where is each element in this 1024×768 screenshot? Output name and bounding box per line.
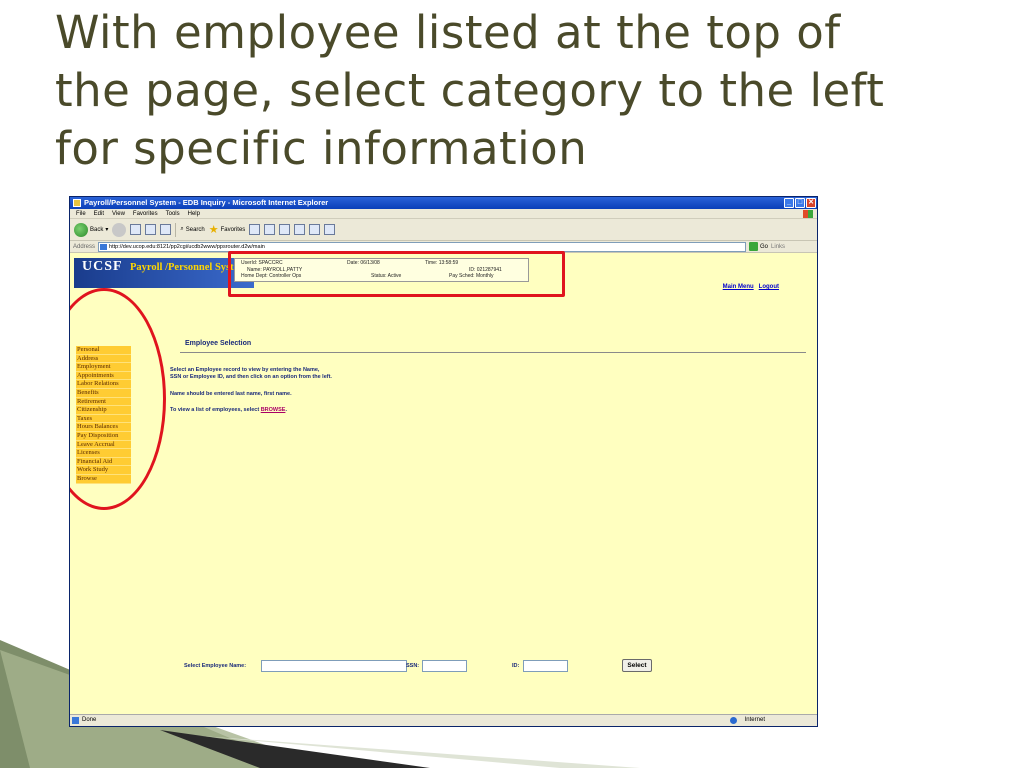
search-button[interactable]: ⌕ Search xyxy=(180,226,204,233)
go-label: Go xyxy=(760,243,769,250)
links-button[interactable]: Links xyxy=(771,244,785,250)
top-links: Main Menu Logout xyxy=(723,284,779,290)
globe-icon xyxy=(730,717,737,724)
section-title: Employee Selection xyxy=(185,340,252,347)
favorites-button[interactable]: ★ Favorites xyxy=(209,223,246,236)
menu-view[interactable]: View xyxy=(112,209,125,218)
search-label: Search xyxy=(185,226,205,233)
mail-icon[interactable] xyxy=(264,224,276,235)
menu-edit[interactable]: Edit xyxy=(94,209,104,218)
employee-name-label: Select Employee Name: xyxy=(184,663,247,669)
favorites-label: Favorites xyxy=(220,226,246,233)
forward-button[interactable] xyxy=(112,222,127,237)
browser-window: Payroll/Personnel System - EDB Inquiry -… xyxy=(69,196,818,727)
address-url: http://dev.ucop.edu:8121/pp2cgi/ucdb2www… xyxy=(109,243,265,250)
window-title: Payroll/Personnel System - EDB Inquiry -… xyxy=(84,198,329,207)
main-menu-link[interactable]: Main Menu xyxy=(723,284,754,290)
status-text: Done xyxy=(82,717,97,723)
messenger-icon[interactable] xyxy=(324,224,336,235)
print-icon[interactable] xyxy=(279,224,291,235)
menu-bar: File Edit View Favorites Tools Help xyxy=(70,209,817,219)
toolbar-separator xyxy=(175,222,177,237)
instruction-line-3: Name should be entered last name, first … xyxy=(170,391,292,397)
go-button[interactable]: Go xyxy=(749,242,768,251)
window-titlebar: Payroll/Personnel System - EDB Inquiry -… xyxy=(70,197,817,209)
id-label: ID: xyxy=(512,663,520,669)
history-icon[interactable] xyxy=(249,224,261,235)
maximize-button[interactable]: □ xyxy=(795,198,805,208)
select-button[interactable]: Select xyxy=(622,659,652,672)
ssn-label: SSN: xyxy=(406,663,420,669)
windows-logo-icon xyxy=(803,210,813,218)
address-label: Address xyxy=(73,243,96,250)
slide-title-line-1: With employee listed at the top of xyxy=(55,6,841,59)
logout-link[interactable]: Logout xyxy=(759,284,779,290)
ie-icon xyxy=(73,199,81,207)
status-bar: Done Internet xyxy=(70,714,817,726)
menu-favorites[interactable]: Favorites xyxy=(133,209,158,218)
back-button[interactable]: Back ▾ xyxy=(74,222,109,237)
ssn-input[interactable] xyxy=(422,660,467,672)
slide-title-line-3: for specific information xyxy=(55,122,588,175)
employee-search-form: Select Employee Name: SSN: ID: Select xyxy=(184,659,784,674)
id-input[interactable] xyxy=(523,660,568,672)
slide-title: With employee listed at the top of the p… xyxy=(55,4,1005,178)
section-divider xyxy=(180,352,806,353)
page-icon xyxy=(100,243,108,250)
edit-icon[interactable] xyxy=(294,224,306,235)
folder-icon[interactable] xyxy=(309,224,321,235)
go-arrow-icon xyxy=(749,242,759,251)
toolbar: Back ▾ ⌕ Search ★ Favorites xyxy=(70,219,817,241)
menu-help[interactable]: Help xyxy=(188,209,200,218)
web-page: UCSF Payroll /Personnel System UserId: S… xyxy=(70,251,817,709)
minimize-button[interactable]: _ xyxy=(784,198,794,208)
menu-file[interactable]: File xyxy=(76,209,86,218)
instruction-browse-suffix: . xyxy=(285,407,287,413)
instruction-browse-prefix: To view a list of employees, select xyxy=(170,407,261,413)
logo-ucsf: UCSF xyxy=(82,259,123,274)
home-icon[interactable] xyxy=(160,224,172,235)
browse-link[interactable]: BROWSE xyxy=(261,407,286,413)
instruction-line-4: To view a list of employees, select BROW… xyxy=(170,407,287,413)
highlight-rectangle xyxy=(228,251,565,297)
stop-icon[interactable] xyxy=(130,224,142,235)
highlight-ellipse xyxy=(70,288,166,510)
zone-text: Internet xyxy=(744,717,765,723)
back-arrow-icon xyxy=(74,222,88,237)
search-icon: ⌕ xyxy=(180,226,184,232)
back-label: Back xyxy=(90,226,104,233)
instruction-line-1: Select an Employee record to view by ent… xyxy=(170,367,320,373)
address-input[interactable]: http://dev.ucop.edu:8121/pp2cgi/ucdb2www… xyxy=(98,241,747,252)
star-icon: ★ xyxy=(208,224,219,236)
chevron-down-icon: ▾ xyxy=(105,227,109,233)
refresh-icon[interactable] xyxy=(145,224,157,235)
page-done-icon xyxy=(72,717,79,724)
close-button[interactable]: ✕ xyxy=(806,198,816,208)
instruction-line-2: SSN or Employee ID, and then click on an… xyxy=(170,374,332,380)
ucsf-logo-banner: UCSF Payroll /Personnel System xyxy=(74,258,254,288)
employee-name-input[interactable] xyxy=(261,660,407,672)
menu-tools[interactable]: Tools xyxy=(166,209,180,218)
slide-title-line-2: the page, select category to the left xyxy=(55,64,885,117)
